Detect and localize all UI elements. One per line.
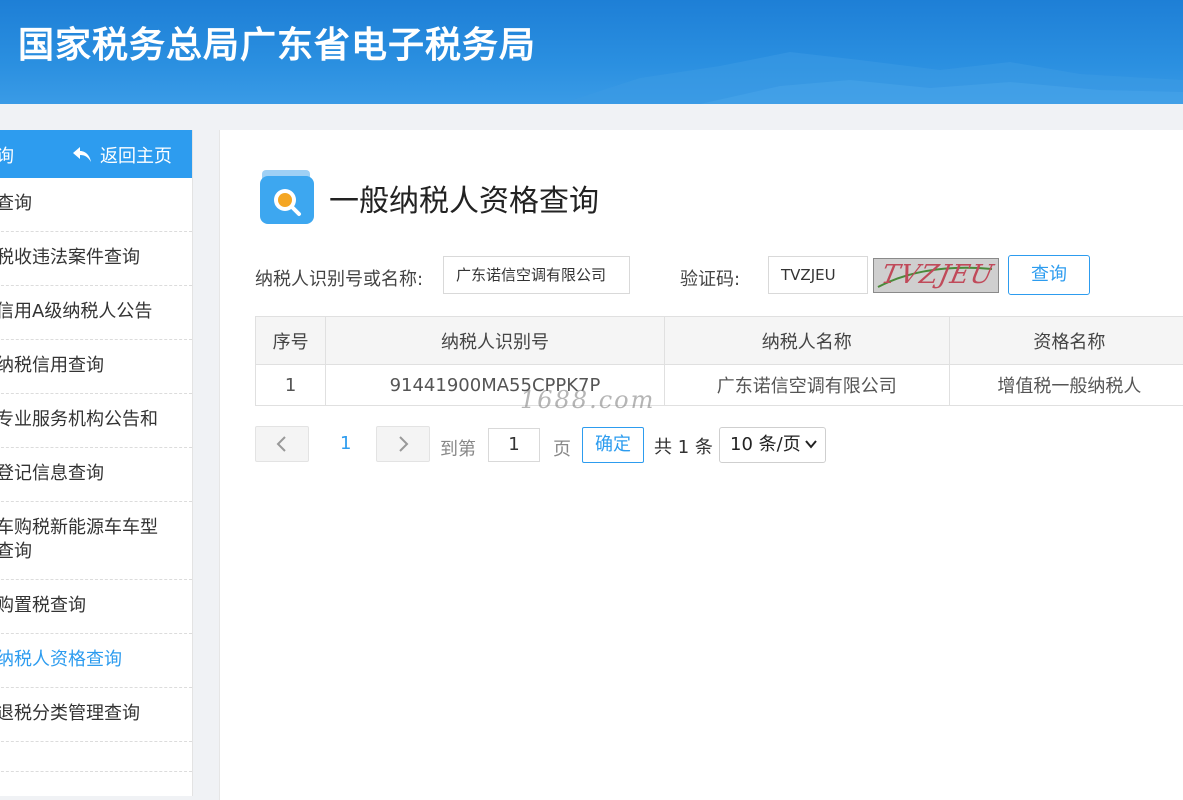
sidebar-item-query[interactable]: 查询 xyxy=(0,178,192,232)
sidebar-item-credit-a[interactable]: 信用A级纳税人公告 xyxy=(0,286,192,340)
col-header-tax-id: 纳税人识别号 xyxy=(326,317,665,365)
taxpayer-label: 纳税人识别号或名称: xyxy=(255,265,423,291)
back-home-label: 返回主页 xyxy=(100,142,172,168)
sidebar-item-ev-models[interactable]: 车购税新能源车车型 查询 xyxy=(0,502,192,580)
current-page-number[interactable]: 1 xyxy=(340,433,351,454)
sidebar-item-more[interactable] xyxy=(0,742,192,772)
sidebar-item-tax-violation[interactable]: 税收违法案件查询 xyxy=(0,232,192,286)
sidebar-item-refund-class[interactable]: 退税分类管理查询 xyxy=(0,688,192,742)
col-header-taxpayer-name: 纳税人名称 xyxy=(664,317,949,365)
sidebar: 询 返回主页 查询 税收违法案件查询 信用A级纳税人公告 纳税信用查询 专业服务… xyxy=(0,130,193,796)
captcha-text: TVZJEU xyxy=(879,260,997,290)
table-row: 1 91441900MA55CPPK7P 广东诺信空调有限公司 增值税一般纳税人 xyxy=(256,365,1183,406)
sidebar-item-taxpayer-qualification[interactable]: 纳税人资格查询 xyxy=(0,634,192,688)
header-banner: 国家税务总局广东省电子税务局 xyxy=(0,0,1183,104)
sidebar-header: 询 返回主页 xyxy=(0,130,192,178)
site-title: 国家税务总局广东省电子税务局 xyxy=(18,16,536,68)
next-page-button[interactable] xyxy=(376,426,430,462)
cell-qualification: 增值税一般纳税人 xyxy=(949,365,1183,406)
col-header-qualification: 资格名称 xyxy=(949,317,1183,365)
page-suffix: 页 xyxy=(553,435,571,461)
prev-page-button[interactable] xyxy=(255,426,309,462)
total-count: 共 1 条 xyxy=(654,433,713,459)
chevron-down-icon xyxy=(805,428,817,474)
page-size-value: 10 条/页 xyxy=(730,434,801,455)
captcha-input[interactable]: TVZJEU xyxy=(768,256,868,294)
confirm-page-button[interactable]: 确定 xyxy=(582,427,644,463)
chevron-left-icon xyxy=(276,436,288,452)
result-table: 序号 纳税人识别号 纳税人名称 资格名称 1 91441900MA55CPPK7… xyxy=(255,316,1183,406)
captcha-label: 验证码: xyxy=(680,265,740,291)
page-title: 一般纳税人资格查询 xyxy=(329,176,599,220)
search-document-icon xyxy=(258,168,316,226)
query-button[interactable]: 查询 xyxy=(1008,255,1090,295)
sidebar-item-purchase-tax[interactable]: 购置税查询 xyxy=(0,580,192,634)
sidebar-item-tax-credit[interactable]: 纳税信用查询 xyxy=(0,340,192,394)
goto-page-input[interactable]: 1 xyxy=(488,428,540,462)
taxpayer-input[interactable]: 广东诺信空调有限公司 xyxy=(443,256,630,294)
back-arrow-icon xyxy=(72,146,92,164)
back-home-button[interactable]: 返回主页 xyxy=(72,142,172,168)
table-header-row: 序号 纳税人识别号 纳税人名称 资格名称 xyxy=(256,317,1183,365)
cell-index: 1 xyxy=(256,365,326,406)
sidebar-title: 询 xyxy=(0,142,14,168)
sidebar-item-service-agency[interactable]: 专业服务机构公告和 xyxy=(0,394,192,448)
page-size-select[interactable]: 10 条/页 xyxy=(719,427,826,463)
captcha-image[interactable]: TVZJEU xyxy=(873,258,999,293)
goto-label: 到第 xyxy=(440,435,476,461)
main-panel: 一般纳税人资格查询 纳税人识别号或名称: 广东诺信空调有限公司 验证码: TVZ… xyxy=(219,130,1183,800)
cell-taxpayer-name: 广东诺信空调有限公司 xyxy=(664,365,949,406)
col-header-index: 序号 xyxy=(256,317,326,365)
sidebar-item-registration[interactable]: 登记信息查询 xyxy=(0,448,192,502)
chevron-right-icon xyxy=(397,436,409,452)
watermark: 1688.com xyxy=(520,386,655,414)
